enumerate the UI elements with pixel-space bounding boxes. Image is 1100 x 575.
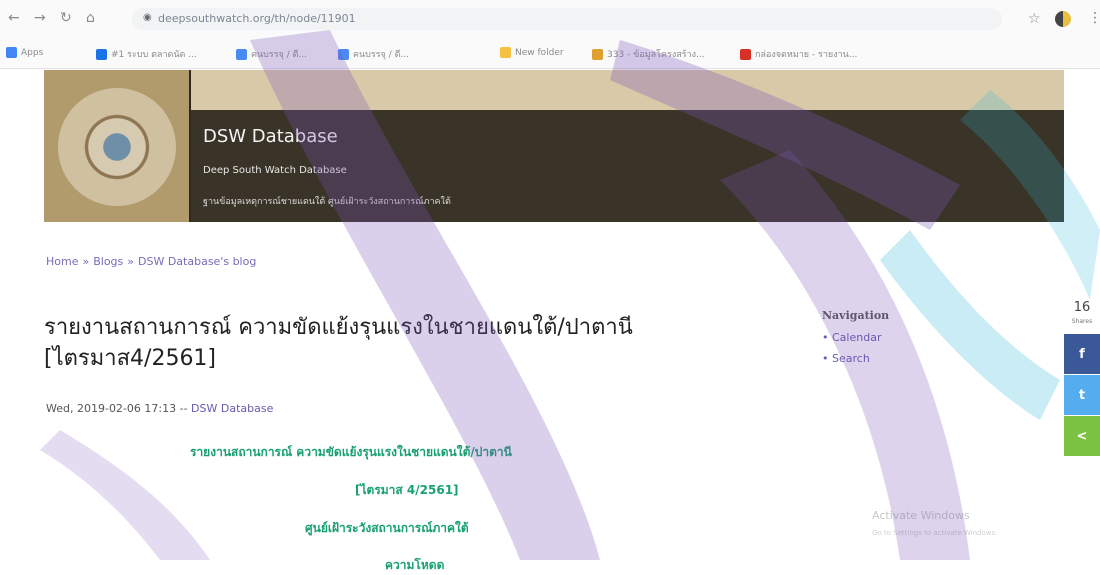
body-subheading: [ไตรมาส 4/2561]: [355, 483, 459, 497]
sidebar-item-calendar[interactable]: • Calendar: [822, 331, 881, 344]
gmail-icon: [740, 48, 751, 60]
forward-icon[interactable]: →: [34, 10, 46, 26]
site-slogan: Deep South Watch Database: [203, 165, 347, 176]
sidebar-item-search[interactable]: • Search: [822, 352, 870, 365]
share-more-button[interactable]: <: [1064, 416, 1100, 456]
bookmark-star-icon[interactable]: ☆: [1028, 11, 1041, 27]
breadcrumb-separator: »: [82, 255, 90, 268]
breadcrumb-blogs-link[interactable]: Blogs: [93, 255, 123, 268]
folder-icon: [500, 47, 511, 58]
bookmark-item[interactable]: กล่องจดหมาย - รายงาน...: [740, 47, 857, 61]
bookmark-item[interactable]: 333 - ข้อมูลโครงสร้าง...: [592, 47, 705, 61]
activate-windows-title: Activate Windows: [872, 509, 970, 522]
bookmark-item[interactable]: New folder: [500, 47, 564, 58]
site-thai-slogan: ฐานข้อมูลเหตุการณ์ชายแดนใต้ ศูนย์เฝ้าระว…: [203, 197, 451, 207]
bookmark-apps[interactable]: Apps: [6, 47, 43, 58]
browser-menu-icon[interactable]: ⋮: [1088, 10, 1100, 26]
post-date: Wed, 2019-02-06 17:13 --: [46, 402, 188, 415]
share-icon: <: [1076, 428, 1088, 444]
activate-windows-subtitle: Go to Settings to activate Windows.: [872, 529, 998, 537]
home-icon[interactable]: ⌂: [86, 10, 95, 26]
bookmark-favicon-icon: [96, 48, 107, 60]
twitter-share-button[interactable]: t: [1064, 375, 1100, 415]
twitter-icon: t: [1078, 387, 1086, 403]
breadcrumb-home-link[interactable]: Home: [46, 255, 78, 268]
site-name[interactable]: DSW Database: [203, 126, 338, 147]
bookmark-favicon-icon: [236, 48, 247, 60]
reload-icon[interactable]: ↻: [60, 10, 72, 26]
facebook-share-button[interactable]: f: [1064, 334, 1100, 374]
breadcrumb-separator: »: [127, 255, 134, 268]
bookmark-favicon-icon: [592, 48, 603, 60]
breadcrumb-blog-link[interactable]: DSW Database's blog: [138, 255, 256, 268]
site-header: [44, 70, 1064, 222]
breadcrumb: Home» Blogs» DSW Database's blog: [46, 255, 256, 268]
back-icon[interactable]: ←: [8, 10, 20, 26]
bookmark-item[interactable]: คนบรรจุ / ดี...: [338, 47, 409, 61]
page-title: รายงานสถานการณ์ ความขัดแย้งรุนแรงในชายแด…: [44, 315, 633, 371]
facebook-icon: f: [1079, 346, 1085, 362]
share-label: Shares: [1071, 318, 1093, 325]
sidebar-heading: Navigation: [822, 309, 890, 322]
share-count: 16: [1073, 300, 1091, 315]
body-organization: ศูนย์เฝ้าระวังสถานการณ์ภาคใต้: [305, 521, 469, 535]
body-heading: รายงานสถานการณ์ ความขัดแย้งรุนแรงในชายแด…: [190, 445, 512, 459]
body-text: ความโหดด: [385, 558, 445, 572]
submitted-info: Wed, 2019-02-06 17:13 -- DSW Database: [46, 402, 273, 415]
author-link[interactable]: DSW Database: [191, 402, 273, 415]
logo-emblem-icon[interactable]: [58, 88, 176, 206]
bookmark-item[interactable]: #1 ระบบ ตลาดนัด ...: [96, 47, 197, 61]
extension-icon[interactable]: [1055, 11, 1071, 27]
bookmark-item[interactable]: คนบรรจุ / ดี...: [236, 47, 307, 61]
url-text[interactable]: deepsouthwatch.org/th/node/11901: [158, 12, 356, 25]
bookmark-favicon-icon: [338, 48, 349, 60]
lock-icon[interactable]: ◉: [143, 12, 152, 23]
apps-grid-icon: [6, 47, 17, 58]
